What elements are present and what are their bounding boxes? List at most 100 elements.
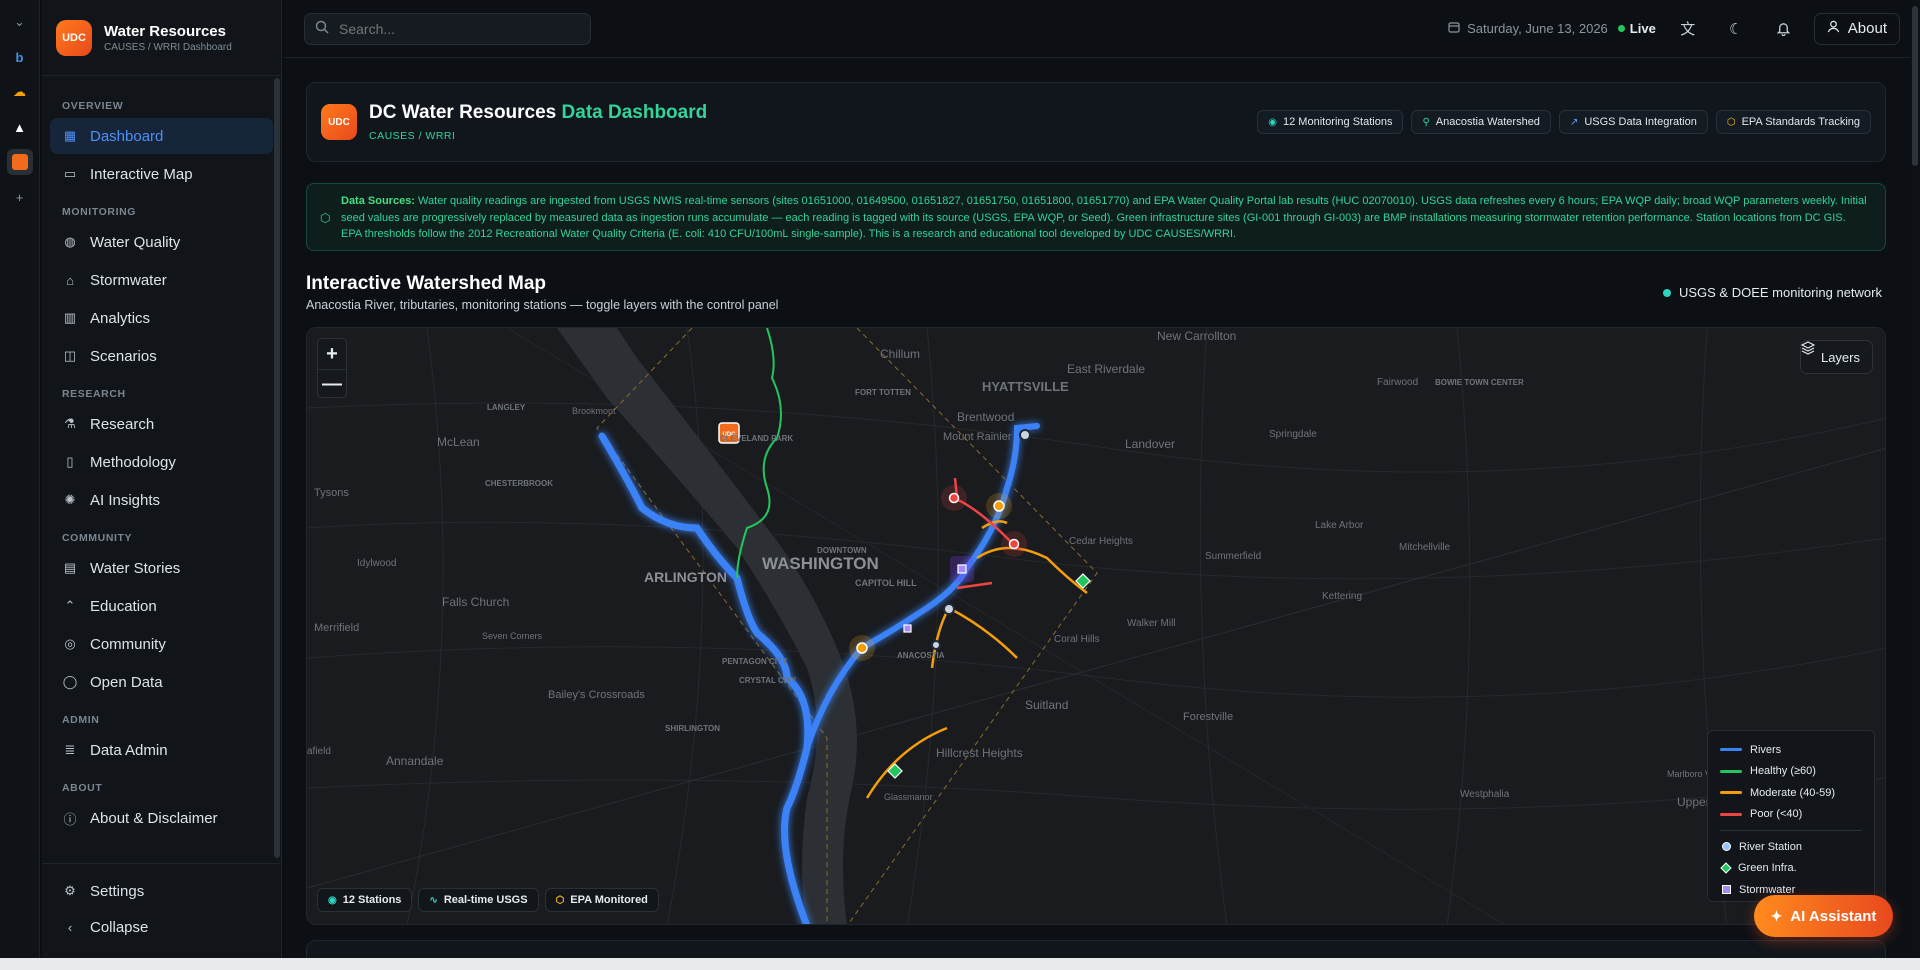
chevron-left-icon: ‹ bbox=[67, 919, 73, 935]
udc-app-icon[interactable] bbox=[6, 149, 33, 175]
river-station-marker[interactable] bbox=[931, 640, 941, 650]
sidebar-item-scenarios[interactable]: ◫ Scenarios bbox=[50, 338, 273, 374]
legend-item: Rivers bbox=[1720, 739, 1862, 761]
sidebar-item-label: Education bbox=[90, 597, 157, 615]
ai-assistant-button[interactable]: ✦ AI Assistant bbox=[1754, 895, 1893, 937]
main-scrollbar[interactable] bbox=[1910, 0, 1920, 958]
map-place-label: Hillcrest Heights bbox=[936, 746, 1023, 760]
brain-icon: ✺ bbox=[64, 492, 76, 507]
network-indicator: USGS & DOEE monitoring network bbox=[1662, 285, 1882, 300]
legend-item: Green Infra. bbox=[1720, 858, 1862, 880]
river-station-marker[interactable] bbox=[943, 603, 955, 615]
calendar-icon bbox=[1448, 21, 1460, 36]
sidebar-item-education[interactable]: ⌃ Education bbox=[50, 588, 273, 624]
network-label: USGS & DOEE monitoring network bbox=[1678, 285, 1882, 300]
watershed-map[interactable]: UDC New Carrollton Chillum East Riverdale H… bbox=[306, 327, 1886, 925]
sidebar-item-label: Interactive Map bbox=[90, 165, 193, 183]
nav-section-heading: MONITORING bbox=[62, 206, 137, 218]
search-box[interactable] bbox=[304, 12, 591, 45]
sources-text: Water quality readings are ingested from… bbox=[341, 195, 1867, 240]
user-icon bbox=[1827, 20, 1840, 37]
nav-section-heading: ADMIN bbox=[62, 714, 100, 726]
collapse-button[interactable]: ‹ Collapse bbox=[50, 910, 274, 944]
map-place-label: Kettering bbox=[1322, 591, 1362, 602]
map-place-label: CLEVELAND PARK bbox=[720, 434, 793, 443]
header-logo: UDC bbox=[321, 104, 357, 140]
map-section-title: Interactive Watershed Map bbox=[306, 273, 547, 294]
sidebar-item-open-data[interactable]: ◯ Open Data bbox=[50, 664, 273, 700]
badge-label: Anacostia Watershed bbox=[1435, 116, 1540, 128]
triangle-icon[interactable]: ▲ bbox=[7, 114, 33, 140]
layers-label: Layers bbox=[1820, 349, 1860, 365]
river-station-marker[interactable] bbox=[1019, 429, 1031, 441]
legend-label: Stormwater bbox=[1739, 883, 1796, 896]
app-subtitle: CAUSES / WRRI Dashboard bbox=[104, 41, 232, 53]
map-place-label: Mitchellville bbox=[1399, 542, 1451, 553]
sidebar-item-label: Dashboard bbox=[90, 127, 164, 145]
sidebar-item-interactive-map[interactable]: ▭ Interactive Map bbox=[50, 156, 273, 192]
layers-button[interactable]: Layers bbox=[1799, 340, 1873, 374]
map-place-label: Cedar Heights bbox=[1069, 536, 1133, 547]
stormwater-marker[interactable] bbox=[903, 624, 912, 633]
map-place-label: HYATTSVILLE bbox=[982, 379, 1069, 394]
translate-icon[interactable]: 文 bbox=[1672, 13, 1704, 45]
map-canvas[interactable]: UDC New CarrolltonChillumEast RiverdaleH… bbox=[307, 328, 1886, 925]
map-icon: ▭ bbox=[63, 166, 77, 181]
moon-icon[interactable]: ☾ bbox=[1720, 13, 1752, 45]
sidebar-item-community[interactable]: ◎ Community bbox=[50, 626, 273, 662]
map-place-label: Springdale bbox=[1269, 429, 1317, 440]
legend-item: River Station bbox=[1720, 836, 1862, 858]
sidebar-item-ai-insights[interactable]: ✺ AI Insights bbox=[50, 482, 273, 518]
bell-icon[interactable] bbox=[1768, 13, 1800, 45]
cloud-icon[interactable]: ☁ bbox=[7, 79, 33, 105]
map-place-label: WASHINGTON bbox=[762, 554, 879, 573]
zoom-out-button[interactable]: — bbox=[318, 369, 346, 399]
poor-station-marker[interactable] bbox=[948, 492, 960, 504]
map-place-label: Brentwood bbox=[957, 410, 1014, 424]
globe-icon: ◯ bbox=[62, 674, 78, 689]
moderate-station-marker[interactable] bbox=[993, 500, 1005, 512]
sidebar-item-research[interactable]: ⚗ Research bbox=[50, 406, 273, 442]
sidebar-item-water-quality[interactable]: ◍ Water Quality bbox=[50, 224, 273, 260]
flask-icon: ⚗ bbox=[64, 416, 76, 431]
sidebar-item-label: Scenarios bbox=[90, 347, 157, 365]
map-place-label: CAPITOL HILL bbox=[855, 578, 917, 588]
sidebar-nav: OVERVIEW ▦ Dashboard ▭ Interactive Map MONITO… bbox=[42, 76, 281, 856]
shield-icon: ⬡ bbox=[320, 211, 331, 225]
map-place-label: Tysons bbox=[314, 487, 349, 499]
chevron-down-icon[interactable]: ⌄ bbox=[7, 9, 33, 35]
sidebar-item-methodology[interactable]: ▯ Methodology bbox=[50, 444, 273, 480]
main-content: Saturday, June 13, 2026 Live 文 ☾ About bbox=[284, 0, 1920, 970]
map-status-chips: ◉ 12 Stations ∿ Real-time USGS ⬡ EPA Monitore… bbox=[317, 888, 659, 912]
sidebar-item-stormwater[interactable]: ⌂ Stormwater bbox=[50, 262, 273, 298]
browser-icon[interactable]: b bbox=[7, 44, 33, 70]
sidebar-scrollbar[interactable] bbox=[274, 78, 280, 858]
zoom-in-button[interactable]: + bbox=[318, 339, 346, 369]
sidebar-item-water-stories[interactable]: ▤ Water Stories bbox=[50, 550, 273, 586]
map-place-label: Brookmont bbox=[572, 406, 616, 416]
header-badges: ◉ 12 Monitoring Stations ⚲ Anacostia Waters… bbox=[1257, 110, 1871, 134]
book-icon: ▯ bbox=[66, 454, 74, 469]
plus-icon[interactable]: + bbox=[7, 184, 33, 210]
sidebar-item-label: Analytics bbox=[90, 309, 151, 327]
search-input[interactable] bbox=[339, 20, 569, 37]
sidebar-item-data-admin[interactable]: ≣ Data Admin bbox=[50, 732, 273, 768]
map-pin-icon: ⚲ bbox=[1422, 116, 1430, 128]
stormwater-marker[interactable] bbox=[957, 564, 967, 574]
sidebar-item-analytics[interactable]: ▥ Analytics bbox=[50, 300, 273, 336]
sidebar-item-about-disclaimer[interactable]: ⓘ About & Disclaimer bbox=[50, 800, 273, 836]
poor-station-marker[interactable] bbox=[1008, 538, 1020, 550]
live-label: Live bbox=[1629, 21, 1656, 36]
brand[interactable]: UDC Water Resources CAUSES / WRRI Dashbo… bbox=[42, 0, 281, 76]
settings-button[interactable]: ⚙ Settings bbox=[50, 874, 274, 908]
moderate-station-marker[interactable] bbox=[856, 642, 868, 654]
about-button[interactable]: About bbox=[1813, 12, 1900, 45]
map-place-label: CHESTERBROOK bbox=[485, 479, 553, 488]
station-markers[interactable] bbox=[856, 429, 1091, 779]
search-icon bbox=[315, 20, 329, 37]
sidebar-item-dashboard[interactable]: ▦ Dashboard bbox=[50, 118, 273, 154]
nav-section-heading: COMMUNITY bbox=[62, 532, 133, 544]
network-dot-icon bbox=[1662, 288, 1671, 297]
title-main: DC Water Resources bbox=[369, 102, 557, 123]
map-place-label: East Riverdale bbox=[1067, 362, 1145, 376]
